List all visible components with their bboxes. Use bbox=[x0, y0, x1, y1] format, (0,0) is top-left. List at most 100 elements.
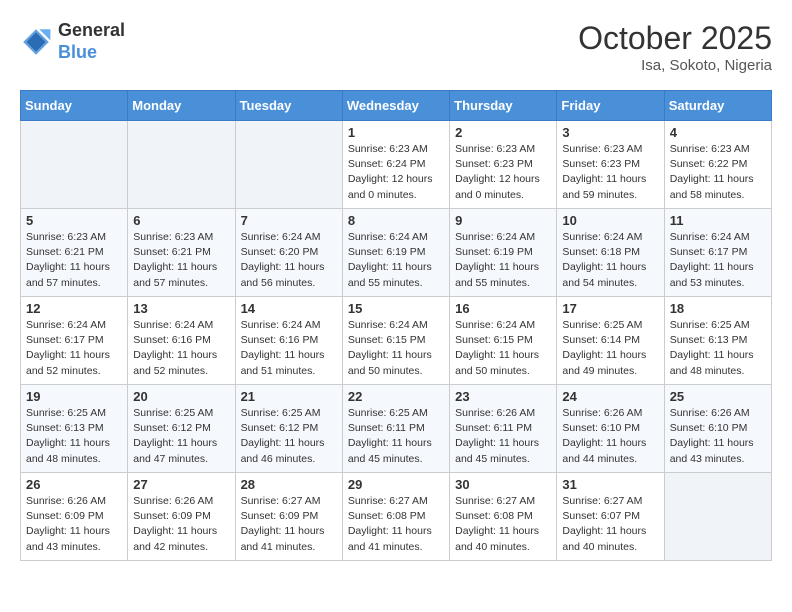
day-detail: Sunrise: 6:24 AM Sunset: 6:16 PM Dayligh… bbox=[133, 318, 229, 379]
calendar-cell: 27 Sunrise: 6:26 AM Sunset: 6:09 PM Dayli… bbox=[128, 473, 235, 561]
calendar-cell: 9Sunrise: 6:24 AM Sunset: 6:19 PM Daylig… bbox=[450, 209, 557, 297]
weekday-header-thursday: Thursday bbox=[450, 91, 557, 121]
day-detail: Sunrise: 6:23 AM Sunset: 6:22 PM Dayligh… bbox=[670, 142, 766, 203]
day-number: 3 bbox=[562, 125, 658, 140]
day-number: 13 bbox=[133, 301, 229, 316]
day-number: 30 bbox=[455, 477, 551, 492]
page-header: General Blue October 2025 Isa, Sokoto, N… bbox=[20, 20, 772, 74]
calendar-cell: 3 Sunrise: 6:23 AM Sunset: 6:23 PM Daylig… bbox=[557, 121, 664, 209]
calendar-table: SundayMondayTuesdayWednesdayThursdayFrid… bbox=[20, 90, 772, 561]
day-number: 25 bbox=[670, 389, 766, 404]
calendar-cell: 16 Sunrise: 6:24 AM Sunset: 6:15 PM Dayli… bbox=[450, 297, 557, 385]
calendar-cell: 22 Sunrise: 6:25 AM Sunset: 6:11 PM Dayli… bbox=[342, 385, 449, 473]
calendar-cell: 5Sunrise: 6:23 AM Sunset: 6:21 PM Daylig… bbox=[21, 209, 128, 297]
calendar-week-1: 1 Sunrise: 6:23 AM Sunset: 6:24 PM Daylig… bbox=[21, 121, 772, 209]
day-number: 1 bbox=[348, 125, 444, 140]
day-detail: Sunrise: 6:24 AM Sunset: 6:20 PM Dayligh… bbox=[241, 230, 337, 291]
day-detail: Sunrise: 6:23 AM Sunset: 6:23 PM Dayligh… bbox=[455, 142, 551, 203]
calendar-cell: 23 Sunrise: 6:26 AM Sunset: 6:11 PM Dayli… bbox=[450, 385, 557, 473]
day-detail: Sunrise: 6:23 AM Sunset: 6:21 PM Dayligh… bbox=[26, 230, 122, 291]
logo-icon bbox=[20, 26, 52, 58]
day-number: 6 bbox=[133, 213, 229, 228]
day-detail: Sunrise: 6:24 AM Sunset: 6:16 PM Dayligh… bbox=[241, 318, 337, 379]
day-detail: Sunrise: 6:27 AM Sunset: 6:08 PM Dayligh… bbox=[455, 494, 551, 555]
calendar-cell: 15 Sunrise: 6:24 AM Sunset: 6:15 PM Dayli… bbox=[342, 297, 449, 385]
calendar-week-3: 12Sunrise: 6:24 AM Sunset: 6:17 PM Dayli… bbox=[21, 297, 772, 385]
day-detail: Sunrise: 6:25 AM Sunset: 6:13 PM Dayligh… bbox=[26, 406, 122, 467]
day-detail: Sunrise: 6:24 AM Sunset: 6:19 PM Dayligh… bbox=[348, 230, 444, 291]
calendar-cell: 20 Sunrise: 6:25 AM Sunset: 6:12 PM Dayli… bbox=[128, 385, 235, 473]
calendar-cell: 30 Sunrise: 6:27 AM Sunset: 6:08 PM Dayli… bbox=[450, 473, 557, 561]
weekday-header-tuesday: Tuesday bbox=[235, 91, 342, 121]
day-detail: Sunrise: 6:26 AM Sunset: 6:10 PM Dayligh… bbox=[562, 406, 658, 467]
calendar-cell: 13 Sunrise: 6:24 AM Sunset: 6:16 PM Dayli… bbox=[128, 297, 235, 385]
day-number: 8 bbox=[348, 213, 444, 228]
day-number: 2 bbox=[455, 125, 551, 140]
title-block: October 2025 Isa, Sokoto, Nigeria bbox=[578, 20, 772, 74]
weekday-header-friday: Friday bbox=[557, 91, 664, 121]
day-number: 23 bbox=[455, 389, 551, 404]
day-detail: Sunrise: 6:23 AM Sunset: 6:23 PM Dayligh… bbox=[562, 142, 658, 203]
calendar-cell: 28Sunrise: 6:27 AM Sunset: 6:09 PM Dayli… bbox=[235, 473, 342, 561]
calendar-cell: 29Sunrise: 6:27 AM Sunset: 6:08 PM Dayli… bbox=[342, 473, 449, 561]
calendar-cell: 14 Sunrise: 6:24 AM Sunset: 6:16 PM Dayli… bbox=[235, 297, 342, 385]
day-number: 10 bbox=[562, 213, 658, 228]
day-number: 18 bbox=[670, 301, 766, 316]
day-number: 9 bbox=[455, 213, 551, 228]
day-number: 20 bbox=[133, 389, 229, 404]
day-detail: Sunrise: 6:24 AM Sunset: 6:17 PM Dayligh… bbox=[26, 318, 122, 379]
day-number: 26 bbox=[26, 477, 122, 492]
day-number: 21 bbox=[241, 389, 337, 404]
calendar-cell: 11Sunrise: 6:24 AM Sunset: 6:17 PM Dayli… bbox=[664, 209, 771, 297]
day-detail: Sunrise: 6:25 AM Sunset: 6:12 PM Dayligh… bbox=[241, 406, 337, 467]
calendar-cell: 4 Sunrise: 6:23 AM Sunset: 6:22 PM Daylig… bbox=[664, 121, 771, 209]
calendar-cell: 10 Sunrise: 6:24 AM Sunset: 6:18 PM Dayli… bbox=[557, 209, 664, 297]
day-number: 28 bbox=[241, 477, 337, 492]
calendar-cell bbox=[21, 121, 128, 209]
calendar-cell: 21 Sunrise: 6:25 AM Sunset: 6:12 PM Dayli… bbox=[235, 385, 342, 473]
calendar-cell bbox=[664, 473, 771, 561]
day-detail: Sunrise: 6:23 AM Sunset: 6:21 PM Dayligh… bbox=[133, 230, 229, 291]
day-number: 24 bbox=[562, 389, 658, 404]
day-detail: Sunrise: 6:25 AM Sunset: 6:12 PM Dayligh… bbox=[133, 406, 229, 467]
calendar-cell: 7 Sunrise: 6:24 AM Sunset: 6:20 PM Daylig… bbox=[235, 209, 342, 297]
day-number: 16 bbox=[455, 301, 551, 316]
day-number: 19 bbox=[26, 389, 122, 404]
day-number: 15 bbox=[348, 301, 444, 316]
calendar-week-4: 19 Sunrise: 6:25 AM Sunset: 6:13 PM Dayli… bbox=[21, 385, 772, 473]
weekday-header-row: SundayMondayTuesdayWednesdayThursdayFrid… bbox=[21, 91, 772, 121]
weekday-header-wednesday: Wednesday bbox=[342, 91, 449, 121]
calendar-week-5: 26 Sunrise: 6:26 AM Sunset: 6:09 PM Dayli… bbox=[21, 473, 772, 561]
month-title: October 2025 bbox=[578, 20, 772, 57]
day-number: 27 bbox=[133, 477, 229, 492]
day-detail: Sunrise: 6:24 AM Sunset: 6:18 PM Dayligh… bbox=[562, 230, 658, 291]
weekday-header-sunday: Sunday bbox=[21, 91, 128, 121]
day-number: 7 bbox=[241, 213, 337, 228]
day-number: 22 bbox=[348, 389, 444, 404]
calendar-cell: 12Sunrise: 6:24 AM Sunset: 6:17 PM Dayli… bbox=[21, 297, 128, 385]
calendar-cell: 31 Sunrise: 6:27 AM Sunset: 6:07 PM Dayli… bbox=[557, 473, 664, 561]
day-number: 29 bbox=[348, 477, 444, 492]
calendar-header: SundayMondayTuesdayWednesdayThursdayFrid… bbox=[21, 91, 772, 121]
day-number: 14 bbox=[241, 301, 337, 316]
day-detail: Sunrise: 6:24 AM Sunset: 6:15 PM Dayligh… bbox=[455, 318, 551, 379]
logo-text: General Blue bbox=[58, 20, 125, 63]
day-detail: Sunrise: 6:23 AM Sunset: 6:24 PM Dayligh… bbox=[348, 142, 444, 203]
calendar-cell: 17Sunrise: 6:25 AM Sunset: 6:14 PM Dayli… bbox=[557, 297, 664, 385]
calendar-cell: 24 Sunrise: 6:26 AM Sunset: 6:10 PM Dayli… bbox=[557, 385, 664, 473]
calendar-cell: 25 Sunrise: 6:26 AM Sunset: 6:10 PM Dayli… bbox=[664, 385, 771, 473]
calendar-cell bbox=[128, 121, 235, 209]
day-detail: Sunrise: 6:24 AM Sunset: 6:15 PM Dayligh… bbox=[348, 318, 444, 379]
day-number: 4 bbox=[670, 125, 766, 140]
day-detail: Sunrise: 6:26 AM Sunset: 6:11 PM Dayligh… bbox=[455, 406, 551, 467]
calendar-cell: 8 Sunrise: 6:24 AM Sunset: 6:19 PM Daylig… bbox=[342, 209, 449, 297]
calendar-cell: 2 Sunrise: 6:23 AM Sunset: 6:23 PM Daylig… bbox=[450, 121, 557, 209]
day-detail: Sunrise: 6:25 AM Sunset: 6:11 PM Dayligh… bbox=[348, 406, 444, 467]
day-detail: Sunrise: 6:26 AM Sunset: 6:10 PM Dayligh… bbox=[670, 406, 766, 467]
day-detail: Sunrise: 6:26 AM Sunset: 6:09 PM Dayligh… bbox=[26, 494, 122, 555]
calendar-cell: 6 Sunrise: 6:23 AM Sunset: 6:21 PM Daylig… bbox=[128, 209, 235, 297]
day-number: 11 bbox=[670, 213, 766, 228]
day-detail: Sunrise: 6:27 AM Sunset: 6:07 PM Dayligh… bbox=[562, 494, 658, 555]
day-number: 31 bbox=[562, 477, 658, 492]
day-detail: Sunrise: 6:26 AM Sunset: 6:09 PM Dayligh… bbox=[133, 494, 229, 555]
